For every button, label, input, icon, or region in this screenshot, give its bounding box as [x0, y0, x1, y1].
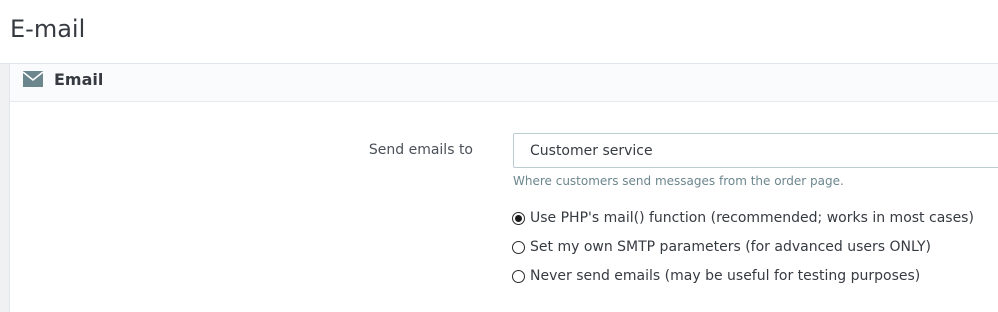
- send-emails-to-label: Send emails to: [368, 142, 473, 158]
- send-emails-to-select[interactable]: Customer service: [513, 133, 998, 168]
- page-title: E-mail: [10, 15, 86, 43]
- radio-label[interactable]: Set my own SMTP parameters (for advanced…: [530, 239, 931, 255]
- panel-heading: Email: [10, 64, 998, 102]
- page-header: E-mail: [0, 0, 998, 64]
- radio-option-never-send[interactable]: Never send emails (may be useful for tes…: [512, 267, 920, 285]
- panel-title: Email: [54, 70, 104, 89]
- radio-label[interactable]: Never send emails (may be useful for tes…: [530, 268, 920, 284]
- radio-button[interactable]: [512, 211, 525, 225]
- envelope-icon: [22, 70, 44, 88]
- send-emails-to-help: Where customers send messages from the o…: [513, 174, 844, 188]
- send-emails-to-value: Customer service: [530, 143, 653, 159]
- radio-button[interactable]: [512, 269, 525, 283]
- radio-option-smtp[interactable]: Set my own SMTP parameters (for advanced…: [512, 238, 931, 256]
- radio-button[interactable]: [512, 240, 525, 254]
- email-panel: Email Send emails to Customer service Wh…: [10, 64, 998, 312]
- left-gutter: [0, 64, 10, 312]
- radio-option-php-mail[interactable]: Use PHP's mail() function (recommended; …: [512, 209, 974, 227]
- radio-label[interactable]: Use PHP's mail() function (recommended; …: [530, 210, 974, 226]
